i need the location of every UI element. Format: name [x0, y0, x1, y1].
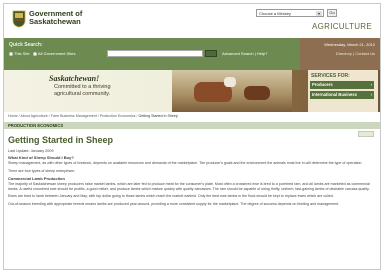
- directory-link[interactable]: Directory: [336, 51, 352, 56]
- date-box: Wednesday, March 21, 2012 Directory | Co…: [300, 38, 380, 70]
- breadcrumb: Home / About Agriculture / Farm Business…: [8, 114, 178, 118]
- cattle-image: [194, 77, 236, 102]
- services-panel: SERVICES FOR: Producers › International …: [308, 70, 378, 112]
- search-input[interactable]: [107, 50, 203, 57]
- hero-banner: Saskatchewan! Committed to a thriving ag…: [4, 70, 380, 112]
- services-international-label: International Business: [312, 92, 357, 97]
- radio-all-sites-label: All Government Sites: [37, 51, 76, 56]
- page-title: Getting Started in Sheep: [8, 135, 114, 145]
- services-producers-label: Producers: [312, 82, 333, 87]
- cattle-image: [244, 86, 270, 100]
- paragraph: Out-of-season breeding with appropriate …: [8, 201, 340, 206]
- breadcrumb-home[interactable]: Home: [8, 114, 18, 118]
- section-header: PRODUCTION ECONOMICS: [4, 122, 380, 129]
- banner-tagline-2: agricultural community.: [54, 91, 111, 97]
- contact-link[interactable]: Contact Us: [355, 51, 375, 56]
- search-button[interactable]: [205, 50, 217, 57]
- services-title: SERVICES FOR:: [311, 73, 350, 79]
- chevron-down-icon: ▾: [316, 11, 322, 16]
- subheading-commercial: Commercial Lamb Production: [8, 176, 65, 182]
- saskatchewan-shield-icon: [12, 10, 26, 28]
- question-heading: What Kind of Sheep Should I Buy?: [8, 155, 74, 160]
- browser-frame: Government of Saskatchewan Choose a Mini…: [3, 3, 381, 270]
- quick-search-title: Quick Search:: [9, 42, 43, 48]
- chevron-right-icon: ›: [370, 92, 372, 97]
- ministry-select[interactable]: Choose a Ministry ▾: [256, 9, 324, 17]
- utility-links: Directory | Contact Us: [335, 51, 375, 56]
- paragraph: Ewes are bred to lamb between January an…: [8, 194, 334, 199]
- ministry-name: AGRICULTURE: [311, 22, 372, 31]
- go-button[interactable]: Go: [327, 9, 337, 17]
- ministry-select-label: Choose a Ministry: [259, 11, 292, 16]
- government-wordmark[interactable]: Government of Saskatchewan: [29, 10, 82, 26]
- breadcrumb-farm-business[interactable]: Farm Business Management: [51, 114, 97, 118]
- quick-search-bar: Quick Search: This Site All Government S…: [4, 38, 380, 70]
- radio-this-site[interactable]: [9, 51, 13, 56]
- search-scope-radios: This Site All Government Sites: [9, 51, 75, 56]
- paragraph: Sheep management, as with other types of…: [8, 161, 363, 165]
- chevron-right-icon: ›: [370, 82, 372, 87]
- services-producers-link[interactable]: Producers ›: [310, 81, 374, 89]
- banner-tagline-1: Committed to a thriving: [54, 84, 111, 90]
- radio-all-sites[interactable]: [32, 51, 37, 56]
- advanced-search-link[interactable]: Advanced Search | Help?: [222, 51, 267, 56]
- gov-line2: Saskatchewan: [29, 17, 81, 26]
- paragraph: The majority of Saskatchewan sheep produ…: [8, 182, 370, 191]
- article-content: Getting Started in Sheep Last Update: Ja…: [8, 135, 376, 210]
- breadcrumb-current: Getting Started in Sheep: [138, 114, 178, 118]
- current-date: Wednesday, March 21, 2012: [324, 42, 375, 47]
- radio-this-site-label: This Site: [14, 51, 30, 56]
- breadcrumb-about[interactable]: About Agriculture: [20, 114, 47, 118]
- services-international-link[interactable]: International Business ›: [310, 91, 374, 99]
- banner-title: Saskatchewan!: [49, 74, 100, 83]
- last-update: Last Update: January 2009: [8, 149, 54, 153]
- paragraph: There are four types of sheep enterprise…: [8, 168, 75, 173]
- breadcrumb-production-economics[interactable]: Production Economics: [100, 114, 136, 118]
- site-header: Government of Saskatchewan Choose a Mini…: [4, 4, 380, 38]
